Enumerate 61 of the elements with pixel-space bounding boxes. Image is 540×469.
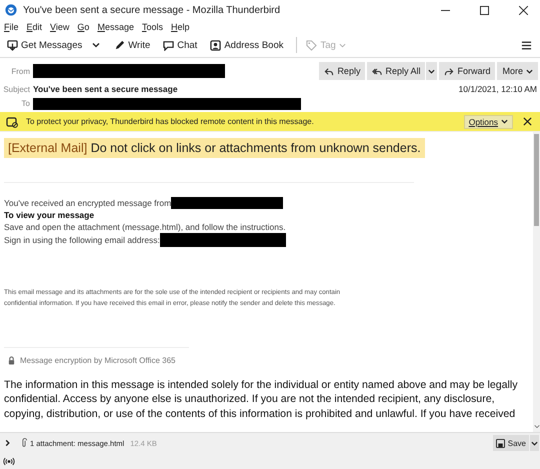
legal-notice-text: The information in this message is intended solely for the individual or entity named above and may be legally confidential. Access by anyone else is unauthorized. If you are not the intended recipient, any disclosure, copying, distribution, or use of the contents of this information is prohibited and unlawful. If you have received (4, 378, 518, 421)
banner-text: Do not click on links or attachments from unknown senders. (90, 141, 421, 155)
notification-text: To protect your privacy, Thunderbird has blocked remote content in this message. (26, 117, 314, 126)
save-button[interactable]: Save (492, 435, 529, 451)
header-button[interactable]: More (497, 62, 538, 80)
contact-card-icon (210, 40, 222, 50)
caret-icon (338, 42, 346, 48)
reply-icon (324, 66, 334, 76)
scroll-down-icon[interactable] (534, 424, 540, 429)
menu-item[interactable]: Message (97, 22, 134, 32)
chat-bubble-icon (163, 40, 174, 50)
caret-icon (428, 68, 436, 74)
lock-icon (8, 356, 15, 365)
online-status-icon[interactable] (3, 456, 15, 466)
app-logo-icon (5, 4, 17, 16)
expand-icon[interactable] (4, 439, 11, 447)
dropdown-button[interactable] (426, 62, 438, 80)
close-icon[interactable] (519, 6, 528, 14)
subject-text: You've been sent a secure message (33, 84, 178, 94)
banner-tag: [External Mail] (8, 141, 88, 155)
header-button[interactable]: Reply (319, 62, 366, 80)
body-text: Sign in using the following email address: (4, 234, 160, 246)
header-button[interactable]: Reply All (367, 62, 426, 80)
close-icon[interactable] (523, 117, 532, 126)
header-button[interactable]: Forward (439, 62, 496, 80)
body-text: You've received an encrypted message from (4, 197, 172, 209)
encryption-text: Message encryption by Microsoft Office 365 (20, 356, 176, 365)
maximize-icon[interactable] (480, 6, 489, 14)
toolbar-button[interactable]: Get Messages (4, 38, 86, 52)
download-icon (7, 40, 18, 50)
toolbar-button[interactable]: Write (111, 38, 154, 52)
caret-icon (501, 118, 508, 125)
field-label: From (10, 66, 30, 76)
caret-icon (526, 68, 533, 74)
window-title: You've been sent a secure message - Mozilla Thunderbird (23, 4, 282, 16)
caret-icon (531, 440, 538, 446)
toolbar-button[interactable]: Chat (160, 38, 200, 52)
menu-item[interactable]: Edit (26, 22, 42, 32)
scrollbar[interactable] (533, 132, 540, 432)
menu-item[interactable]: View (50, 22, 70, 32)
menu-item[interactable]: Go (77, 22, 90, 32)
field-label: To (20, 99, 30, 108)
tag-icon (306, 40, 318, 50)
body-heading: To view your message (4, 209, 96, 221)
forward-icon (444, 66, 454, 76)
field-label: Subject (2, 84, 30, 94)
caret-icon[interactable] (92, 41, 100, 49)
menu-item[interactable]: Tools (142, 22, 163, 32)
body-text: Save and open the attachment (message.html), and follow the instructions. (4, 221, 287, 233)
paperclip-icon (21, 438, 27, 448)
menu-item[interactable]: Help (170, 22, 190, 32)
date-text: 10/1/2021, 12:10 AM (458, 84, 537, 94)
dropdown-button[interactable] (530, 435, 539, 451)
menu-item[interactable]: File (4, 22, 19, 32)
blocked-content-icon (6, 116, 18, 128)
options-button[interactable]: Options (464, 114, 513, 128)
pencil-icon (114, 40, 126, 50)
reply-all-icon (372, 66, 382, 76)
save-icon (496, 438, 505, 448)
toolbar-button[interactable]: Address Book (207, 38, 286, 52)
menu-icon[interactable] (521, 40, 532, 50)
